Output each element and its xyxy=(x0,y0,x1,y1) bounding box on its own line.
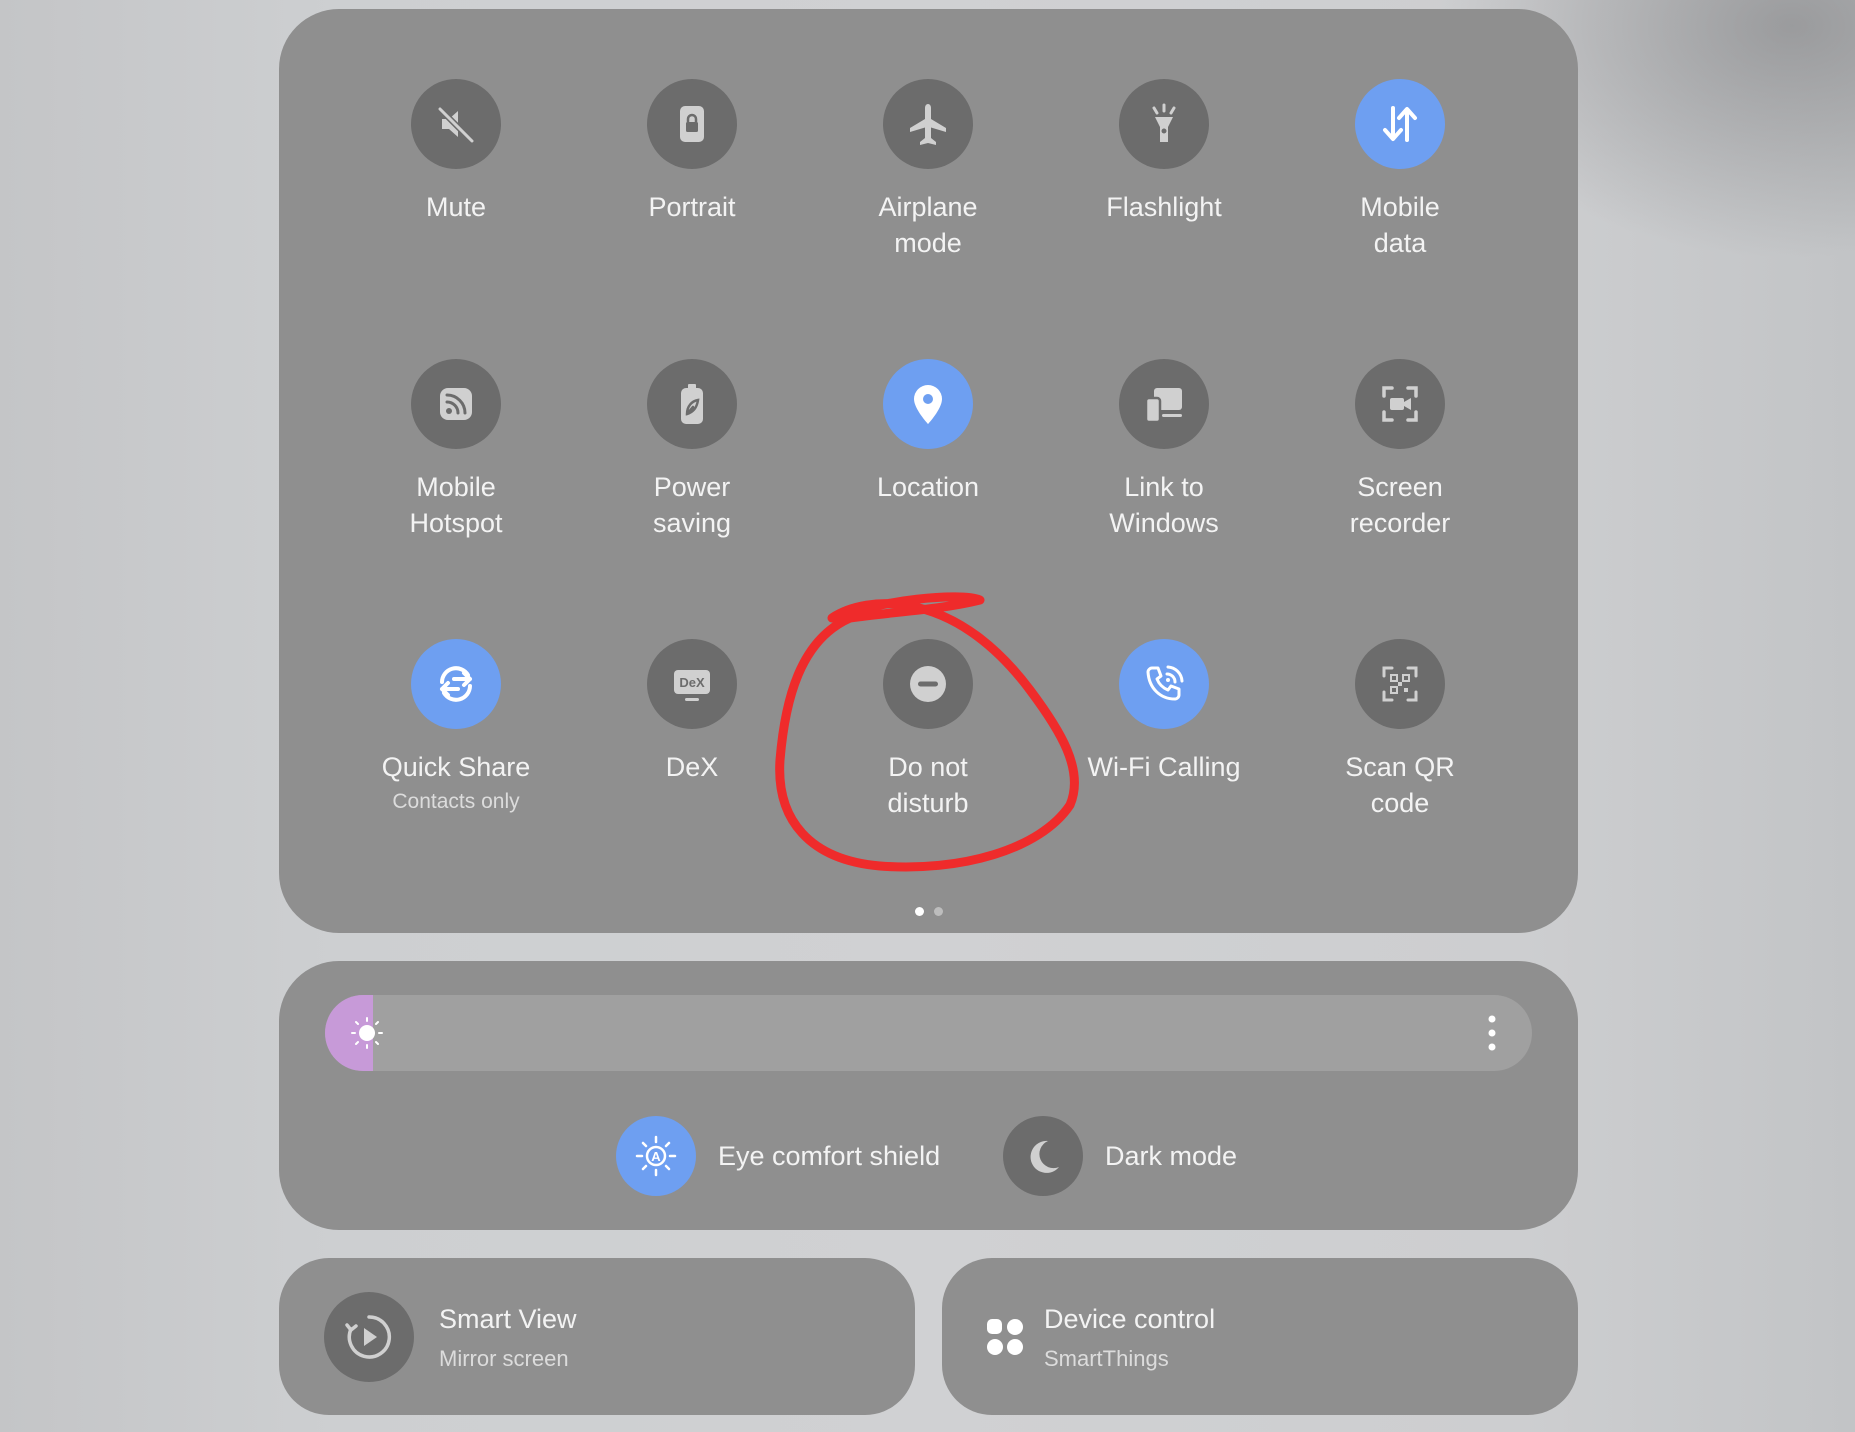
tile-mute[interactable]: Mute xyxy=(338,79,574,225)
smart-view-title: Smart View xyxy=(439,1304,577,1334)
portrait-lock-icon xyxy=(647,79,737,169)
page-dot[interactable] xyxy=(914,907,924,916)
tile-quick-share[interactable]: Quick Share Contacts only xyxy=(338,639,574,817)
tile-wifi-calling[interactable]: Wi-Fi Calling xyxy=(1046,639,1282,785)
device-control-subtitle: SmartThings xyxy=(1044,1346,1169,1371)
tile-label: Flashlight xyxy=(1106,192,1222,222)
brightness-slider[interactable] xyxy=(325,995,1532,1071)
smart-view-card[interactable]: Smart View Mirror screen xyxy=(279,1258,915,1415)
tile-label: Mobile Hotspot xyxy=(409,472,503,538)
tile-label: Location xyxy=(876,472,980,502)
tile-flashlight[interactable]: Flashlight xyxy=(1046,79,1282,225)
brightness-panel: A Eye comfort shield Dark mode xyxy=(279,961,1578,1230)
hotspot-icon xyxy=(411,359,501,449)
eye-comfort-shield-button[interactable]: A Eye comfort shield xyxy=(616,1116,940,1196)
quick-settings-panel: Mute Portrait Airplane mode Flashlight M… xyxy=(279,9,1578,933)
page-indicator xyxy=(279,907,1578,916)
page-dot[interactable] xyxy=(933,907,943,916)
device-control-title: Device control xyxy=(1044,1304,1216,1334)
tile-label: Link to Windows xyxy=(1109,472,1219,538)
tile-dex[interactable]: DeX DeX xyxy=(574,639,810,785)
tile-power-saving[interactable]: Power saving xyxy=(574,359,810,541)
tile-label: Quick Share xyxy=(381,752,531,782)
tile-label: Do not disturb xyxy=(887,752,969,818)
tile-portrait[interactable]: Portrait xyxy=(574,79,810,225)
tile-label: DeX xyxy=(665,752,719,782)
smart-view-subtitle: Mirror screen xyxy=(439,1346,569,1371)
mobile-data-icon xyxy=(1355,79,1445,169)
quick-share-icon xyxy=(411,639,501,729)
tile-mobile-hotspot[interactable]: Mobile Hotspot xyxy=(338,359,574,541)
sun-icon xyxy=(351,1017,383,1049)
tile-label: Portrait xyxy=(648,192,736,222)
svg-text:DeX: DeX xyxy=(679,675,705,690)
location-pin-icon xyxy=(883,359,973,449)
tile-do-not-disturb[interactable]: Do not disturb xyxy=(810,639,1046,821)
device-control-card[interactable]: Device control SmartThings xyxy=(942,1258,1578,1415)
flashlight-icon xyxy=(1119,79,1209,169)
tile-screen-recorder[interactable]: Screen recorder xyxy=(1282,359,1518,541)
power-saving-icon xyxy=(647,359,737,449)
dex-icon: DeX xyxy=(647,639,737,729)
svg-text:A: A xyxy=(651,1149,661,1164)
tile-label: Airplane mode xyxy=(878,192,978,258)
tile-link-to-windows[interactable]: Link to Windows xyxy=(1046,359,1282,541)
tile-sublabel: Contacts only xyxy=(392,790,520,813)
tile-label: Power saving xyxy=(652,472,732,538)
tile-label: Scan QR code xyxy=(1345,752,1455,818)
smart-view-icon xyxy=(324,1292,414,1382)
tile-label: Mute xyxy=(425,192,487,222)
eye-comfort-icon: A xyxy=(616,1116,696,1196)
tile-airplane-mode[interactable]: Airplane mode xyxy=(810,79,1046,261)
screen-recorder-icon xyxy=(1355,359,1445,449)
eye-comfort-label: Eye comfort shield xyxy=(718,1140,941,1171)
dark-mode-label: Dark mode xyxy=(1105,1140,1238,1171)
do-not-disturb-icon xyxy=(883,639,973,729)
more-options-icon[interactable] xyxy=(1488,1015,1496,1051)
airplane-icon xyxy=(883,79,973,169)
moon-icon xyxy=(1003,1116,1083,1196)
tile-mobile-data[interactable]: Mobile data xyxy=(1282,79,1518,261)
tile-label: Mobile data xyxy=(1360,192,1440,258)
link-to-windows-icon xyxy=(1119,359,1209,449)
tile-label: Screen recorder xyxy=(1349,472,1451,538)
tile-location[interactable]: Location xyxy=(810,359,1046,505)
smartthings-grid-icon xyxy=(987,1319,1023,1355)
qr-scan-icon xyxy=(1355,639,1445,729)
tile-scan-qr-code[interactable]: Scan QR code xyxy=(1282,639,1518,821)
tile-label: Wi-Fi Calling xyxy=(1087,752,1241,782)
dark-mode-button[interactable]: Dark mode xyxy=(1003,1116,1237,1196)
mute-icon xyxy=(411,79,501,169)
wifi-calling-icon xyxy=(1119,639,1209,729)
